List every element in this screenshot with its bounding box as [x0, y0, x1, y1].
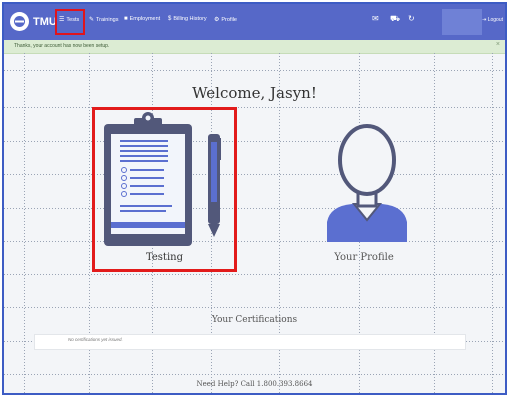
grid-line: [4, 174, 505, 175]
nav-employment[interactable]: ■ Employment: [124, 16, 160, 22]
wrench-icon: ✎: [89, 17, 95, 23]
logout-label: Logout: [487, 17, 503, 23]
grid-line: [4, 141, 505, 142]
nav-billing[interactable]: $ Billing History: [168, 16, 207, 22]
grid-line: [4, 70, 505, 71]
brand-name: TMU: [33, 15, 57, 28]
clipboard-icon: [104, 112, 221, 246]
grid-line: [24, 53, 25, 393]
grid-line: [4, 374, 505, 375]
testing-label: Testing: [145, 252, 183, 263]
grid-line: [4, 241, 505, 242]
app-frame: TMU ☰ Tests ✎ Trainings ■ Employment $ B…: [2, 2, 507, 395]
nav-profile-label: Profile: [221, 16, 237, 23]
help-text: Need Help? Call 1.800.393.8664: [196, 380, 313, 388]
certifications-heading: Your Certifications: [211, 315, 298, 325]
alert-text: Thanks, your account has now been setup.: [14, 43, 110, 49]
brand[interactable]: TMU: [10, 12, 57, 31]
briefcase-icon: ■: [124, 16, 128, 22]
gear-icon: ⚙: [214, 17, 220, 23]
user-avatar-icon[interactable]: [322, 122, 412, 242]
refresh-icon[interactable]: ↻: [408, 14, 415, 23]
grid-line: [4, 208, 505, 209]
logout-link[interactable]: ⇥ Logout: [482, 17, 503, 23]
success-alert: Thanks, your account has now been setup.…: [4, 40, 505, 54]
grid-line: [4, 274, 505, 275]
certifications-list: No certifications yet issued.: [34, 334, 466, 350]
welcome-heading: Welcome, Jasyn!: [192, 84, 317, 102]
cart-icon[interactable]: ⛟: [390, 14, 400, 24]
logo-icon: [10, 12, 29, 31]
close-icon[interactable]: ×: [496, 41, 500, 48]
nav-trainings[interactable]: ✎ Trainings: [89, 16, 119, 24]
certifications-empty-text: No certifications yet issued.: [68, 337, 123, 342]
grid-line: [492, 53, 493, 393]
navbar: TMU ☰ Tests ✎ Trainings ■ Employment $ B…: [4, 4, 505, 40]
grid-line: [4, 307, 505, 308]
dollar-icon: $: [168, 16, 172, 22]
grid-line: [4, 107, 505, 108]
nav-employment-label: Employment: [129, 16, 161, 22]
nav-profile[interactable]: ⚙ Profile: [214, 16, 237, 24]
tests-highlight: [55, 9, 85, 35]
mail-icon[interactable]: ✉: [372, 14, 379, 23]
profile-label[interactable]: Your Profile: [294, 252, 434, 263]
nav-user-area[interactable]: [442, 9, 482, 35]
nav-trainings-label: Trainings: [96, 16, 119, 23]
nav-billing-label: Billing History: [173, 16, 207, 22]
